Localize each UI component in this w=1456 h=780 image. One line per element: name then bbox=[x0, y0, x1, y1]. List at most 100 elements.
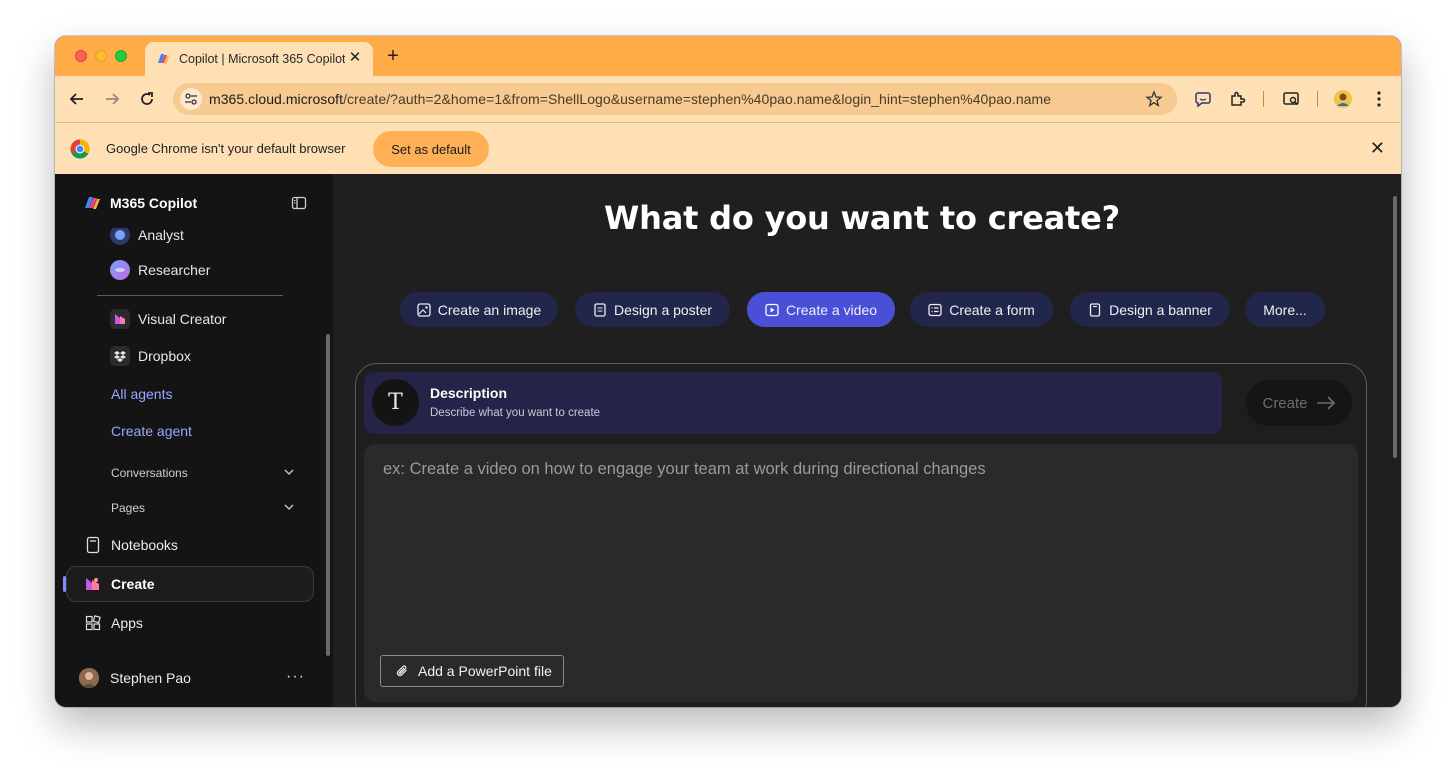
chip-more[interactable]: More... bbox=[1245, 292, 1325, 327]
sidebar-item-researcher[interactable]: Researcher bbox=[110, 260, 210, 280]
create-icon bbox=[83, 574, 103, 594]
user-profile[interactable]: Stephen Pao bbox=[79, 668, 191, 688]
all-agents-link[interactable]: All agents bbox=[111, 386, 172, 402]
create-button-label: Create bbox=[1262, 394, 1308, 412]
tab-title: Copilot | Microsoft 365 Copilot bbox=[179, 52, 345, 66]
banner-icon bbox=[1088, 302, 1102, 317]
sidebar-item-label: Visual Creator bbox=[138, 311, 227, 327]
description-input[interactable]: ex: Create a video on how to engage your… bbox=[364, 444, 1358, 702]
forward-button[interactable] bbox=[102, 89, 122, 109]
description-header: T Description Describe what you want to … bbox=[364, 372, 1222, 434]
user-more-options-icon[interactable]: ··· bbox=[286, 668, 305, 686]
chip-design-poster[interactable]: Design a poster bbox=[575, 292, 730, 327]
notebook-icon bbox=[83, 535, 103, 555]
default-browser-infobar: Google Chrome isn't your default browser… bbox=[55, 122, 1401, 174]
minimize-window-button[interactable] bbox=[95, 50, 107, 62]
sidebar-item-dropbox[interactable]: Dropbox bbox=[110, 346, 191, 366]
page-content: M365 Copilot Analyst Researcher Visual C… bbox=[55, 174, 1401, 707]
sidebar-item-apps[interactable]: Apps bbox=[83, 613, 143, 633]
chip-design-banner[interactable]: Design a banner bbox=[1070, 292, 1230, 327]
infobar-close-icon[interactable]: ✕ bbox=[1370, 139, 1385, 157]
sidebar-item-visual-creator[interactable]: Visual Creator bbox=[110, 309, 226, 329]
reload-icon bbox=[141, 92, 153, 105]
sidebar-item-create[interactable]: Create bbox=[83, 574, 155, 594]
visual-creator-icon bbox=[110, 309, 130, 329]
chip-label: Create a form bbox=[949, 301, 1035, 318]
sidebar-item-label: Create bbox=[111, 576, 155, 592]
sidebar-divider bbox=[97, 295, 283, 296]
forward-arrow-icon bbox=[106, 93, 120, 105]
chip-label: More... bbox=[1263, 301, 1307, 318]
bookmark-star-icon[interactable] bbox=[1145, 90, 1163, 108]
main-scrollbar[interactable] bbox=[1393, 196, 1397, 458]
pages-section[interactable]: Pages bbox=[111, 501, 145, 515]
sidebar-panel-icon bbox=[291, 196, 307, 210]
extensions-puzzle-icon[interactable] bbox=[1228, 89, 1248, 109]
toolbar-divider bbox=[1263, 91, 1264, 107]
toolbar-divider bbox=[1317, 91, 1318, 107]
tab-search-icon[interactable] bbox=[1281, 89, 1301, 109]
sidebar-item-label: Researcher bbox=[138, 262, 211, 278]
tab-strip: Copilot | Microsoft 365 Copilot ✕ + bbox=[55, 36, 1401, 76]
chip-create-form[interactable]: Create a form bbox=[910, 292, 1053, 327]
new-tab-button[interactable]: + bbox=[383, 46, 403, 66]
researcher-icon bbox=[110, 260, 130, 280]
chip-label: Design a banner bbox=[1109, 301, 1212, 318]
chip-label: Create an image bbox=[437, 301, 542, 318]
create-agent-link[interactable]: Create agent bbox=[111, 423, 192, 439]
sidebar-brand-name: M365 Copilot bbox=[110, 195, 198, 211]
reload-button[interactable] bbox=[137, 89, 157, 109]
browser-toolbar: m365.cloud.microsoft/create/?auth=2&home… bbox=[55, 76, 1401, 122]
sidebar-item-label: Notebooks bbox=[111, 537, 178, 553]
create-main: What do you want to create? Create an im… bbox=[333, 174, 1401, 707]
dropbox-icon bbox=[110, 346, 130, 366]
site-info-icon[interactable] bbox=[180, 88, 202, 110]
copilot-favicon-icon bbox=[158, 54, 169, 64]
sidebar-item-analyst[interactable]: Analyst bbox=[110, 227, 184, 247]
chevron-down-icon[interactable] bbox=[283, 466, 295, 478]
description-title: Description bbox=[430, 385, 508, 401]
sidebar-item-label: Dropbox bbox=[138, 348, 191, 364]
add-powerpoint-label: Add a PowerPoint file bbox=[418, 663, 552, 679]
arrow-right-icon bbox=[1316, 395, 1336, 411]
m365-copilot-logo-icon bbox=[85, 197, 100, 209]
chip-create-video[interactable]: Create a video bbox=[747, 292, 895, 327]
image-icon bbox=[417, 302, 431, 317]
browser-window: Copilot | Microsoft 365 Copilot ✕ + m365… bbox=[55, 36, 1401, 707]
url-text: m365.cloud.microsoft/create/?auth=2&home… bbox=[209, 91, 1051, 107]
chip-create-image[interactable]: Create an image bbox=[400, 292, 558, 327]
add-powerpoint-button[interactable]: Add a PowerPoint file bbox=[380, 655, 564, 687]
set-as-default-button[interactable]: Set as default bbox=[373, 131, 489, 167]
extension-chat-icon[interactable] bbox=[1193, 89, 1213, 109]
avatar bbox=[79, 668, 99, 688]
zoom-window-button[interactable] bbox=[115, 50, 127, 62]
create-button[interactable]: Create bbox=[1246, 380, 1352, 426]
analyst-icon bbox=[110, 228, 130, 245]
browser-tab[interactable]: Copilot | Microsoft 365 Copilot ✕ bbox=[145, 42, 373, 76]
url-path: /create/?auth=2&home=1&from=ShellLogo&us… bbox=[343, 91, 1052, 107]
infobar-message: Google Chrome isn't your default browser bbox=[106, 141, 346, 156]
close-window-button[interactable] bbox=[75, 50, 87, 62]
chevron-down-icon[interactable] bbox=[283, 501, 295, 513]
create-panel: T Description Describe what you want to … bbox=[355, 363, 1367, 707]
sidebar-brand[interactable]: M365 Copilot bbox=[83, 194, 197, 212]
sidebar-item-notebooks[interactable]: Notebooks bbox=[83, 535, 178, 555]
form-icon bbox=[928, 303, 942, 317]
tab-close-icon[interactable]: ✕ bbox=[347, 50, 363, 66]
sidebar-item-label: Analyst bbox=[138, 227, 184, 243]
sidebar-active-indicator bbox=[63, 576, 66, 592]
profile-avatar[interactable] bbox=[1333, 89, 1353, 109]
apps-grid-icon bbox=[83, 613, 103, 633]
sidebar-scrollbar[interactable] bbox=[326, 334, 330, 656]
back-button[interactable] bbox=[67, 89, 87, 109]
address-bar[interactable]: m365.cloud.microsoft/create/?auth=2&home… bbox=[173, 83, 1177, 115]
poster-icon bbox=[593, 302, 607, 317]
sidebar-toggle-button[interactable] bbox=[291, 195, 307, 216]
video-icon bbox=[765, 303, 779, 317]
conversations-section[interactable]: Conversations bbox=[111, 466, 188, 480]
description-placeholder: ex: Create a video on how to engage your… bbox=[383, 460, 986, 478]
url-host: m365.cloud.microsoft bbox=[209, 91, 344, 107]
browser-menu-icon[interactable] bbox=[1369, 89, 1389, 109]
back-arrow-icon bbox=[69, 93, 83, 105]
page-title: What do you want to create? bbox=[604, 199, 1120, 237]
